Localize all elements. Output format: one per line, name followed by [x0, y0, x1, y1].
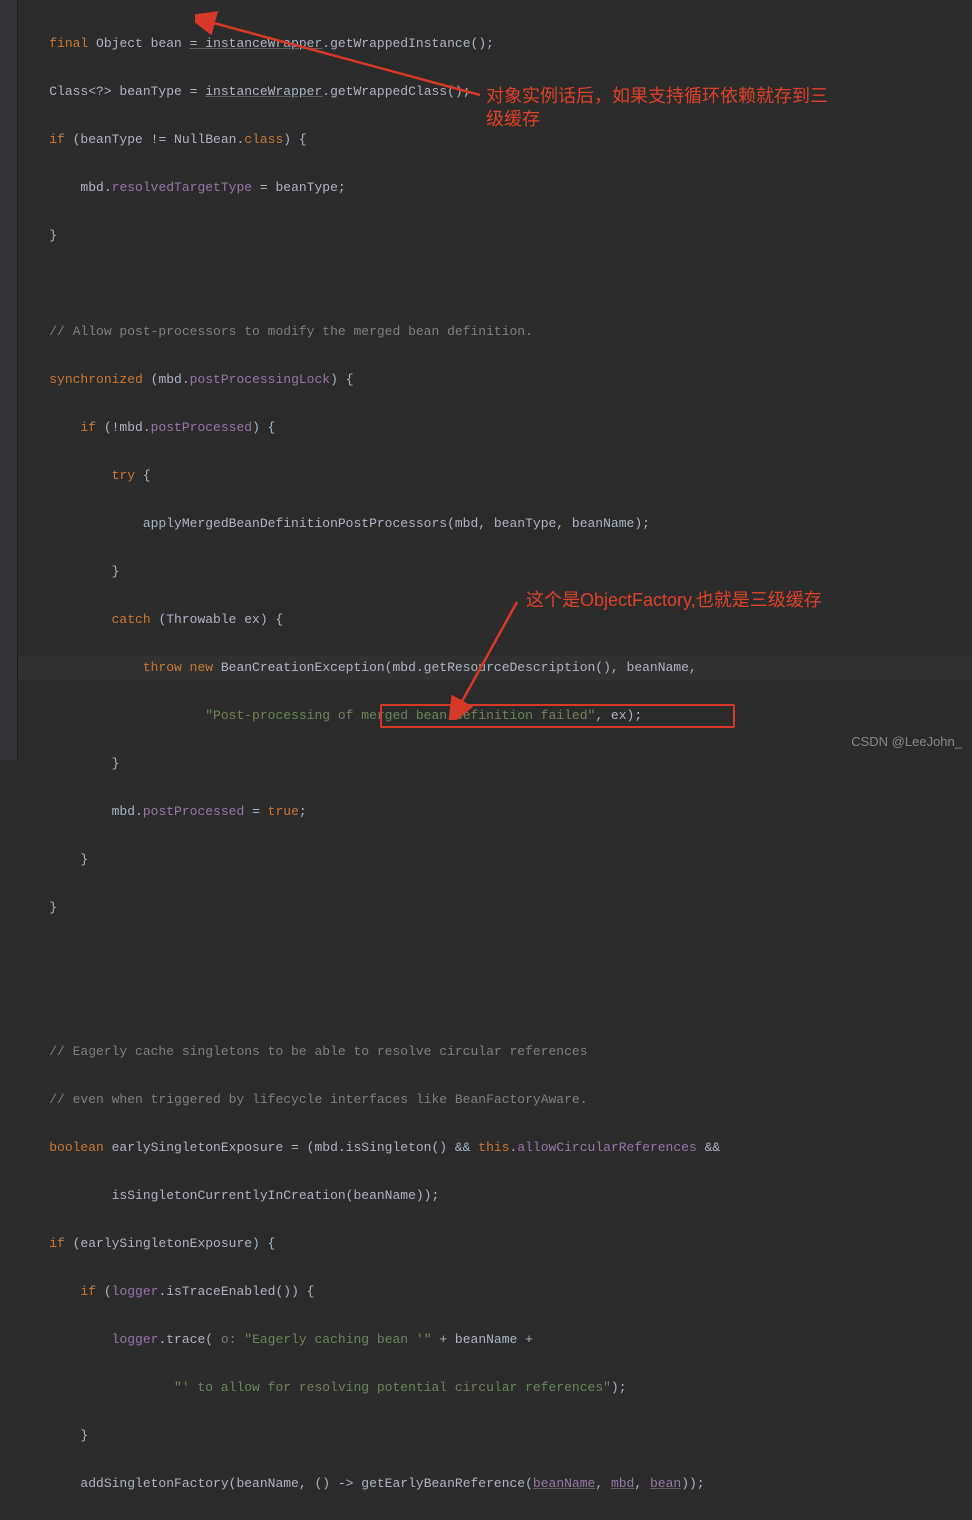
code-line: }	[18, 848, 720, 872]
code-line: if (earlySingletonExposure) {	[18, 1232, 720, 1256]
code-line: mbd.resolvedTargetType = beanType;	[18, 176, 720, 200]
code-area[interactable]: final Object bean = instanceWrapper.getW…	[18, 8, 720, 1520]
code-line: isSingletonCurrentlyInCreation(beanName)…	[18, 1184, 720, 1208]
highlight-box	[380, 704, 735, 728]
annotation-text-2: 这个是ObjectFactory,也就是三级缓存	[526, 588, 822, 612]
code-line: logger.trace( o: "Eagerly caching bean '…	[18, 1328, 720, 1352]
code-line: synchronized (mbd.postProcessingLock) {	[18, 368, 720, 392]
code-line	[18, 992, 720, 1016]
code-line	[18, 272, 720, 296]
code-line: // even when triggered by lifecycle inte…	[18, 1088, 720, 1112]
code-line: if (logger.isTraceEnabled()) {	[18, 1280, 720, 1304]
watermark: CSDN @LeeJohn_	[851, 730, 962, 754]
code-line: try {	[18, 464, 720, 488]
code-line: }	[18, 752, 720, 776]
code-line: }	[18, 224, 720, 248]
code-line: applyMergedBeanDefinitionPostProcessors(…	[18, 512, 720, 536]
code-line	[18, 944, 720, 968]
code-line: throw new BeanCreationException(mbd.getR…	[18, 656, 720, 680]
code-line: }	[18, 560, 720, 584]
code-line: mbd.postProcessed = true;	[18, 800, 720, 824]
code-line: }	[18, 896, 720, 920]
code-line: // Allow post-processors to modify the m…	[18, 320, 720, 344]
code-line: addSingletonFactory(beanName, () -> getE…	[18, 1472, 720, 1496]
code-line: // Eagerly cache singletons to be able t…	[18, 1040, 720, 1064]
code-line: if (!mbd.postProcessed) {	[18, 416, 720, 440]
code-line: "' to allow for resolving potential circ…	[18, 1376, 720, 1400]
code-line: final Object bean = instanceWrapper.getW…	[18, 32, 720, 56]
annotation-text-1: 对象实例话后，如果支持循环依赖就存到三 级缓存	[486, 85, 886, 132]
code-line: }	[18, 1424, 720, 1448]
editor-gutter	[0, 0, 18, 760]
code-line: boolean earlySingletonExposure = (mbd.is…	[18, 1136, 720, 1160]
